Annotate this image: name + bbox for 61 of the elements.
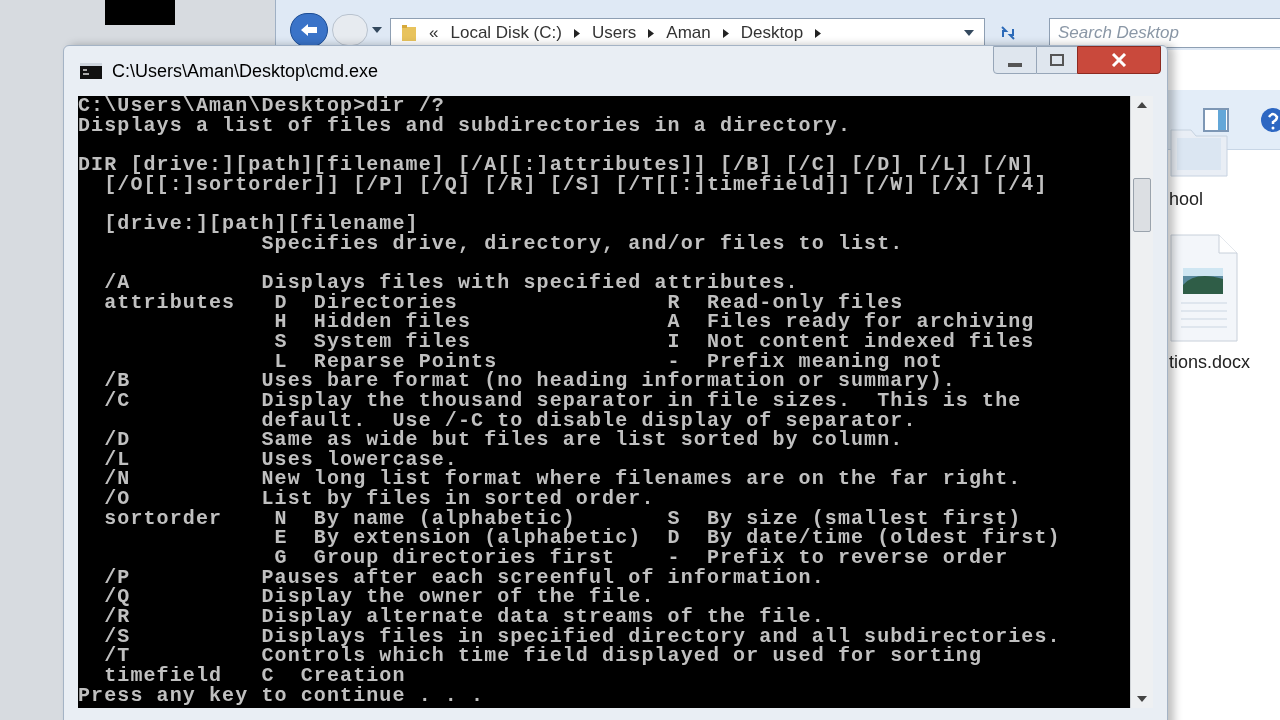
- console-line: H Hidden files A Files ready for archiving: [273, 312, 1035, 332]
- left-arrow-icon: [300, 23, 318, 37]
- breadcrumb-item[interactable]: Users: [591, 20, 637, 46]
- scrollbar-thumb[interactable]: [1133, 178, 1151, 232]
- console-line: /D Same as wide but files are list sorted by column.: [103, 430, 904, 450]
- close-icon: [1111, 53, 1127, 67]
- breadcrumb-item[interactable]: «: [429, 20, 439, 46]
- minimize-icon: [1008, 63, 1022, 67]
- file-name[interactable]: hool: [1169, 186, 1204, 213]
- help-icon[interactable]: [1259, 105, 1280, 134]
- up-arrow-icon[interactable]: [1137, 102, 1147, 108]
- console-line: /S Displays files in specified directory and all subdirectories.: [103, 626, 1061, 647]
- console-line: /L Uses lowercase.: [103, 449, 458, 470]
- folder-icon: [401, 24, 417, 42]
- caret-icon[interactable]: [964, 29, 974, 37]
- console-line: S System files I Not content indexed files: [273, 331, 1035, 352]
- breadcrumb-item[interactable]: Local Disk (C:): [450, 20, 562, 46]
- console-line: G Group directories first - Prefix to reverse order: [273, 548, 1009, 568]
- document-icon[interactable]: [1169, 233, 1239, 343]
- console-icon: [80, 63, 102, 79]
- address-bar[interactable]: « Local Disk (C:) Users Aman Desktop: [390, 18, 985, 48]
- breadcrumb-item[interactable]: Desktop: [740, 20, 804, 46]
- file-name[interactable]: tions.docx: [1169, 349, 1251, 376]
- console-line: attributes D Directories R Read-only files: [103, 292, 904, 313]
- console-line: /B Uses bare format (no heading information or summary).: [103, 371, 956, 391]
- minimize-button[interactable]: [993, 46, 1037, 74]
- chevron-icon: [648, 28, 655, 38]
- console-line: /O List by files in sorted order.: [103, 489, 655, 509]
- back-button[interactable]: [290, 13, 328, 47]
- console-line: L Reparse Points - Prefix meaning not: [273, 351, 943, 372]
- breadcrumb-item[interactable]: Aman: [666, 20, 711, 46]
- console-line: default. Use /-C to disable display of separator.: [260, 410, 917, 431]
- console-line: /R Display alternate data streams of the file.: [103, 607, 825, 627]
- console-line: /A Displays files with specified attributes.: [103, 272, 799, 293]
- console-line: Press any key to continue . . .: [78, 685, 485, 706]
- console-line: /P Pauses after each screenful of information.: [103, 567, 825, 588]
- preview-panel: [105, 0, 175, 25]
- console-line: E By extension (alphabetic) D By date/time (oldest first): [273, 528, 1061, 549]
- console-line: /Q Display the owner of the file.: [103, 587, 655, 608]
- console-line: timefield C Creation: [103, 666, 406, 686]
- preview-pane-icon[interactable]: [1203, 107, 1229, 132]
- maximize-button[interactable]: [1037, 46, 1077, 74]
- console-line: /N New long list format where filenames are on the far right.: [103, 469, 1022, 490]
- chevron-icon: [722, 28, 729, 38]
- window-title: C:\Users\Aman\Desktop\cmd.exe: [112, 59, 379, 83]
- console-line: /T Controls which time field displayed or used for sorting: [103, 646, 983, 667]
- console-line: C:\Users\Aman\Desktop>dir /?: [78, 96, 445, 116]
- close-button[interactable]: [1077, 46, 1161, 74]
- chevron-icon: [573, 28, 580, 38]
- console-line: Specifies drive, directory, and/or files to list.: [261, 233, 904, 254]
- console-line: [/O[[:]sortorder]] [/P] [/Q] [/R] [/S] [/T[[:]timefield]] [/W] [/X] [/4]: [103, 174, 1048, 195]
- console-line: DIR [drive:][path][filename] [/A[[:]attributes]] [/B] [/C] [/D] [/L] [/N]: [78, 154, 1035, 175]
- console-line: /C Display the thousand separator in file sizes. This is the: [103, 390, 1022, 411]
- caret-icon[interactable]: [372, 26, 382, 34]
- console-line: Displays a list of files and subdirectories in a directory.: [78, 115, 851, 136]
- maximize-icon: [1050, 54, 1064, 66]
- chevron-icon: [815, 28, 822, 38]
- down-arrow-icon[interactable]: [1137, 696, 1147, 702]
- scrollbar[interactable]: [1130, 96, 1153, 708]
- console-line: [drive:][path][filename]: [103, 213, 419, 234]
- console-line: sortorder N By name (alphabetic) S By size (smallest first): [103, 508, 1022, 529]
